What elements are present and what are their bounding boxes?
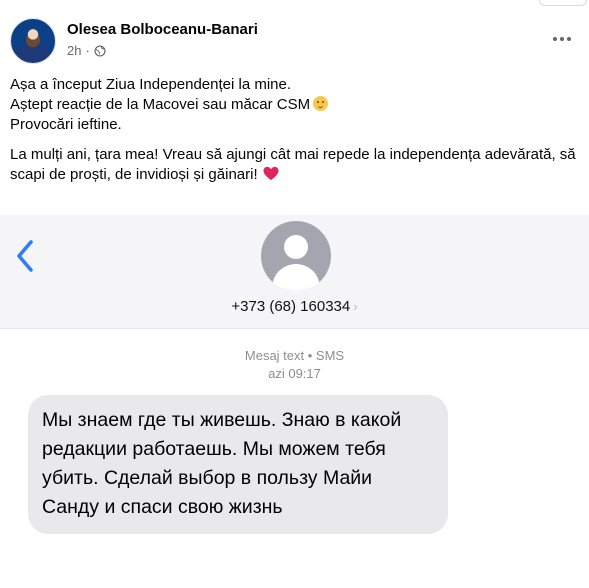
- red-heart-icon: [263, 166, 279, 181]
- contact-number[interactable]: +373 (68) 160334 ›: [0, 298, 589, 315]
- message-bubble[interactable]: Мы знаем где ты живешь. Знаю в какой ред…: [28, 395, 448, 534]
- message-meta: Mesaj text • SMS azi 09:17: [0, 347, 589, 383]
- author-avatar[interactable]: [10, 18, 56, 64]
- facebook-post: Olesea Bolboceanu-Banari 2h · Așa a înce…: [0, 0, 589, 588]
- post-paragraph-2-text: La mulți ani, țara mea! Vreau să ajungi …: [10, 146, 576, 183]
- post-paragraph-2: La mulți ani, țara mea! Vreau să ajungi …: [10, 145, 580, 185]
- author-name[interactable]: Olesea Bolboceanu-Banari: [67, 21, 258, 38]
- post-time[interactable]: 2h: [67, 43, 81, 58]
- top-corner-tab: [539, 0, 587, 6]
- post-line-1: Așa a început Ziua Independenței la mine…: [10, 76, 292, 93]
- back-chevron-icon[interactable]: [14, 239, 36, 273]
- contact-avatar-icon[interactable]: [261, 221, 331, 291]
- sms-header: +373 (68) 160334 ›: [0, 215, 589, 329]
- post-header: Olesea Bolboceanu-Banari 2h ·: [10, 17, 579, 65]
- globe-icon[interactable]: [94, 44, 106, 57]
- chevron-right-icon: ›: [353, 299, 358, 314]
- post-meta: 2h ·: [67, 43, 106, 58]
- post-text: Așa a început Ziua Independenței la mine…: [10, 75, 580, 195]
- contact-number-text: +373 (68) 160334: [231, 298, 351, 315]
- smirk-emoji-icon: [313, 96, 329, 111]
- message-type: Mesaj text • SMS: [244, 348, 345, 363]
- post-line-2: Aștept reacție de la Macovei sau măcar C…: [10, 96, 311, 113]
- post-line-3: Provocări ieftine.: [10, 116, 122, 133]
- post-paragraph-1: Așa a început Ziua Independenței la mine…: [10, 75, 580, 135]
- meta-separator: ·: [85, 43, 90, 58]
- more-options-icon[interactable]: [549, 29, 575, 49]
- message-time: azi 09:17: [268, 366, 321, 381]
- sms-screenshot: +373 (68) 160334 › Mesaj text • SMS azi 0…: [0, 215, 589, 588]
- top-edge: [0, 0, 589, 6]
